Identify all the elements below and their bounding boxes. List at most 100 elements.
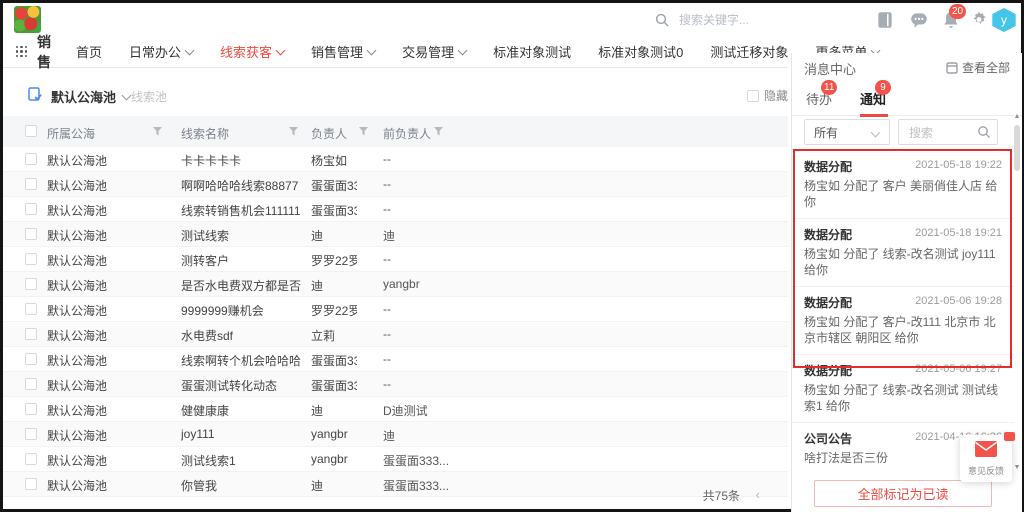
row-checkbox[interactable] xyxy=(25,428,37,440)
mark-all-read-button[interactable]: 全部标记为已读 xyxy=(814,480,992,507)
table-row[interactable]: 默认公海池啊啊哈哈哈线索88877蛋蛋面333...-- xyxy=(3,172,788,197)
main-nav: 销售 首页日常办公线索获客销售管理交易管理标准对象测试标准对象测试0测试迁移对象… xyxy=(3,36,788,68)
table-row[interactable]: 默认公海池9999999赚机会罗罗22罗...-- xyxy=(3,297,788,322)
company-logo[interactable] xyxy=(14,6,41,33)
table-cell: 默认公海池 xyxy=(47,152,147,169)
filter-icon[interactable] xyxy=(153,127,162,136)
scrollbar-thumb[interactable] xyxy=(1014,125,1020,171)
table-cell: 线索转销售机会111111 xyxy=(181,202,307,219)
row-checkbox[interactable] xyxy=(25,328,37,340)
table-row[interactable]: 默认公海池测试线索1yangbr蛋蛋面333... xyxy=(3,447,788,472)
row-checkbox[interactable] xyxy=(25,228,37,240)
row-checkbox[interactable] xyxy=(25,278,37,290)
nav-item[interactable]: 销售管理 xyxy=(311,42,375,61)
scroll-up-arrow[interactable]: ▲ xyxy=(1012,113,1022,120)
row-checkbox[interactable] xyxy=(25,303,37,315)
notification-item[interactable]: 数据分配2021-05-06 19:28杨宝如 分配了 客户-改111 北京市 … xyxy=(792,287,1014,355)
global-search[interactable] xyxy=(655,8,855,32)
tab-notifications[interactable]: 通知 9 xyxy=(860,89,886,108)
global-search-input[interactable] xyxy=(677,12,831,28)
row-checkbox[interactable] xyxy=(25,453,37,465)
table-cell: 卡卡卡卡卡 xyxy=(181,152,307,169)
notification-body: 杨宝如 分配了 线索-改名测试 测试线索1 给你 xyxy=(804,382,1002,414)
nav-item[interactable]: 测试迁移对象 xyxy=(710,42,788,61)
nav-item[interactable]: 首页 xyxy=(76,42,102,61)
panel-search-input[interactable] xyxy=(907,125,973,141)
nav-items: 首页日常办公线索获客销售管理交易管理标准对象测试标准对象测试0测试迁移对象更多菜… xyxy=(76,42,906,61)
top-bar: 20 y xyxy=(3,3,1021,36)
panel-search[interactable] xyxy=(898,119,998,145)
tab-todo[interactable]: 待办 11 xyxy=(806,89,832,108)
chat-icon[interactable] xyxy=(909,10,929,30)
chevron-down-icon xyxy=(185,46,195,56)
filter-icon[interactable] xyxy=(359,127,368,136)
table-cell: 蛋蛋测试转化动态 xyxy=(181,377,307,394)
hide-claimed-label: 隐藏已 xyxy=(764,87,788,104)
table-row[interactable]: 默认公海池水电费sdf立莉-- xyxy=(3,322,788,347)
notification-item[interactable]: 数据分配2021-05-18 19:22杨宝如 分配了 客户 美丽俏佳人店 给你 xyxy=(792,151,1014,219)
notifications-count-badge: 9 xyxy=(875,80,891,95)
row-checkbox[interactable] xyxy=(25,178,37,190)
pool-selector[interactable]: 默认公海池 xyxy=(51,87,130,106)
table-row[interactable]: 默认公海池joy111yangbr迪 xyxy=(3,422,788,447)
filter-icon[interactable] xyxy=(434,127,443,136)
row-checkbox[interactable] xyxy=(25,203,37,215)
table-cell: 罗罗22罗... xyxy=(311,252,357,269)
notification-item[interactable]: 数据分配2021-05-06 19:27杨宝如 分配了 线索-改名测试 测试线索… xyxy=(792,355,1014,423)
notification-title: 数据分配 xyxy=(804,296,852,310)
row-checkbox[interactable] xyxy=(25,153,37,165)
journal-icon[interactable] xyxy=(875,10,895,30)
gear-icon[interactable] xyxy=(969,10,989,30)
table-row[interactable]: 默认公海池测转客户罗罗22罗...-- xyxy=(3,247,788,272)
type-filter-select[interactable]: 所有 xyxy=(804,119,890,145)
pagination-prev-button[interactable]: ‹ xyxy=(756,487,760,502)
table-cell: 蛋蛋面333... xyxy=(311,202,357,219)
checkbox[interactable] xyxy=(747,90,759,102)
user-avatar[interactable]: y xyxy=(991,8,1017,32)
row-checkbox[interactable] xyxy=(25,378,37,390)
scroll-down-arrow[interactable]: ▼ xyxy=(1012,464,1022,471)
table-row[interactable]: 默认公海池卡卡卡卡卡杨宝如-- xyxy=(3,147,788,172)
notification-count-badge: 20 xyxy=(949,4,966,19)
table-cell: -- xyxy=(383,252,463,266)
table-row[interactable]: 默认公海池测试线索迪迪 xyxy=(3,222,788,247)
row-checkbox[interactable] xyxy=(25,353,37,365)
table-cell: yangbr xyxy=(383,277,463,291)
table-cell: 迪 xyxy=(383,427,463,444)
nav-item[interactable]: 标准对象测试0 xyxy=(598,42,683,61)
view-all-button[interactable]: 查看全部 xyxy=(946,59,1010,76)
notification-body: 杨宝如 分配了 客户 美丽俏佳人店 给你 xyxy=(804,178,1002,210)
table-cell: D迪测试 xyxy=(383,402,463,419)
table-row[interactable]: 默认公海池线索转销售机会111111蛋蛋面333...-- xyxy=(3,197,788,222)
table-cell: 啊啊哈哈哈线索88877 xyxy=(181,177,307,194)
select-all-checkbox[interactable] xyxy=(25,125,37,137)
row-checkbox[interactable] xyxy=(25,403,37,415)
panel-title: 消息中心 xyxy=(804,59,856,78)
nav-item[interactable]: 标准对象测试 xyxy=(493,42,571,61)
feedback-badge xyxy=(1004,432,1015,441)
nav-item[interactable]: 交易管理 xyxy=(402,42,466,61)
table-row[interactable]: 默认公海池线索啊转个机会哈哈哈蛋蛋面333...-- xyxy=(3,347,788,372)
panel-scrollbar[interactable]: ▲ ▼ xyxy=(1012,113,1022,471)
feedback-label: 意见反馈 xyxy=(960,464,1012,477)
table-row[interactable]: 默认公海池健健康康迪D迪测试 xyxy=(3,397,788,422)
table-cell: -- xyxy=(383,152,463,166)
view-all-label: 查看全部 xyxy=(962,59,1010,76)
table-row[interactable]: 默认公海池蛋蛋测试转化动态蛋蛋面333...-- xyxy=(3,372,788,397)
table-cell: 水电费sdf xyxy=(181,327,307,344)
row-checkbox[interactable] xyxy=(25,253,37,265)
view-all-icon xyxy=(946,62,958,74)
feedback-widget[interactable]: 意见反馈 xyxy=(960,435,1012,482)
notification-item[interactable]: 数据分配2021-05-18 19:21杨宝如 分配了 线索-改名测试 joy1… xyxy=(792,219,1014,287)
app-name[interactable]: 销售 xyxy=(37,32,51,72)
col-header-pool: 所属公海 xyxy=(47,125,95,142)
nav-item[interactable]: 线索获客 xyxy=(220,42,284,61)
filter-icon[interactable] xyxy=(289,127,298,136)
notification-time: 2021-05-06 19:28 xyxy=(915,295,1002,307)
nav-item[interactable]: 日常办公 xyxy=(129,42,193,61)
table-cell: 测转客户 xyxy=(181,252,307,269)
hide-claimed-checkbox[interactable]: 隐藏已 xyxy=(747,87,788,104)
table-row[interactable]: 默认公海池是否水电费双方都是否迪yangbr xyxy=(3,272,788,297)
panel-header: 消息中心 查看全部 xyxy=(792,53,1022,81)
app-grid-icon[interactable] xyxy=(16,46,27,57)
